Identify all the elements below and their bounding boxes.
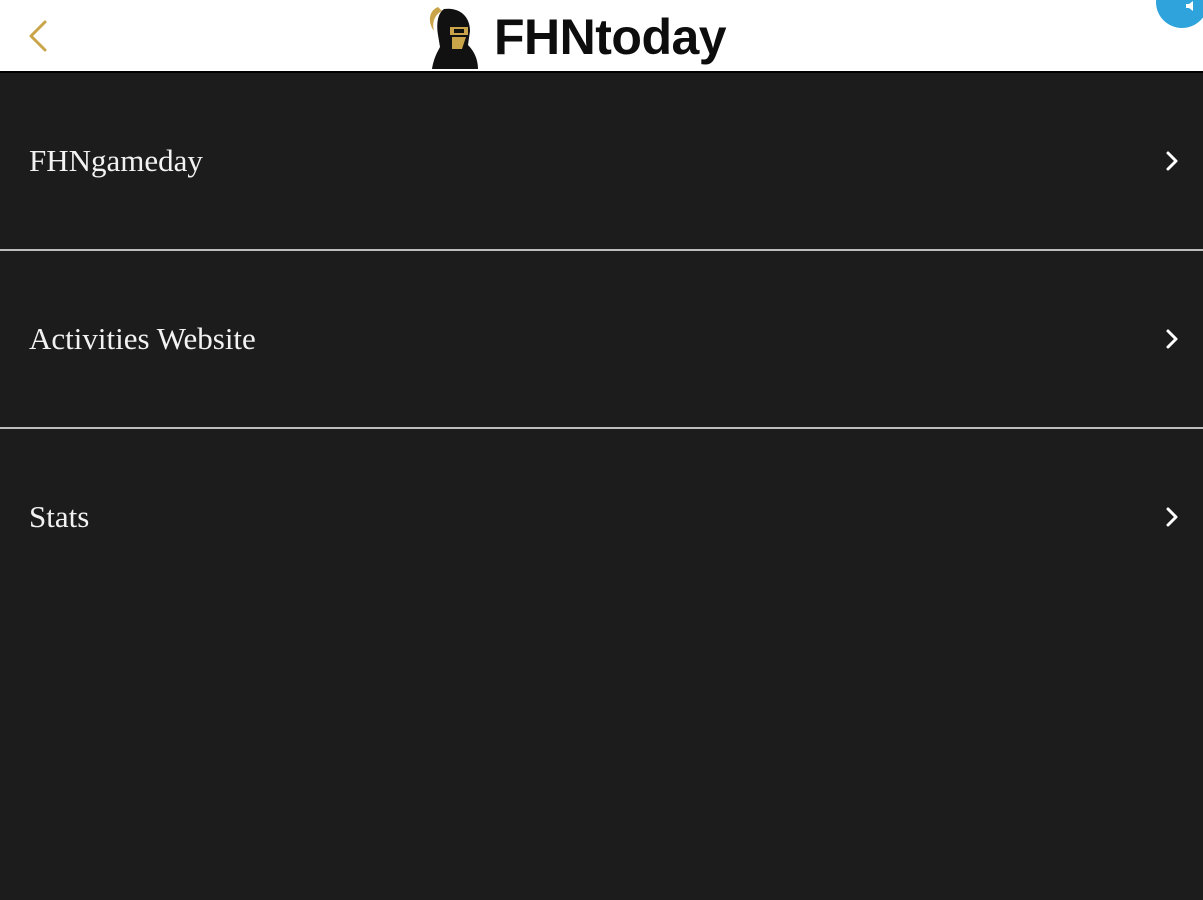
chevron-right-icon	[1165, 73, 1179, 249]
menu-item-fhngameday[interactable]: FHNgameday	[0, 73, 1203, 251]
brand: FHNtoday	[424, 0, 727, 73]
chevron-left-icon	[29, 20, 47, 52]
knight-helmet-logo	[429, 6, 478, 69]
menu-list: FHNgameday Activities Website Stats	[0, 73, 1203, 607]
speaker-icon	[1186, 1, 1193, 11]
header-bar: FHNtoday	[0, 0, 1203, 73]
back-button[interactable]	[20, 14, 56, 58]
app-title: FHNtoday	[494, 8, 727, 65]
menu-item-label: Activities Website	[29, 321, 256, 356]
menu-item-label: Stats	[29, 499, 90, 534]
menu-item-label: FHNgameday	[29, 143, 203, 178]
menu-item-activities-website[interactable]: Activities Website	[0, 251, 1203, 429]
chevron-right-icon	[1165, 429, 1179, 605]
chevron-right-icon	[1165, 251, 1179, 427]
menu-item-stats[interactable]: Stats	[0, 429, 1203, 607]
accessibility-badge[interactable]	[1156, 0, 1203, 28]
app-screen: FHNtoday FHNgameday Activities Website S…	[0, 0, 1203, 900]
